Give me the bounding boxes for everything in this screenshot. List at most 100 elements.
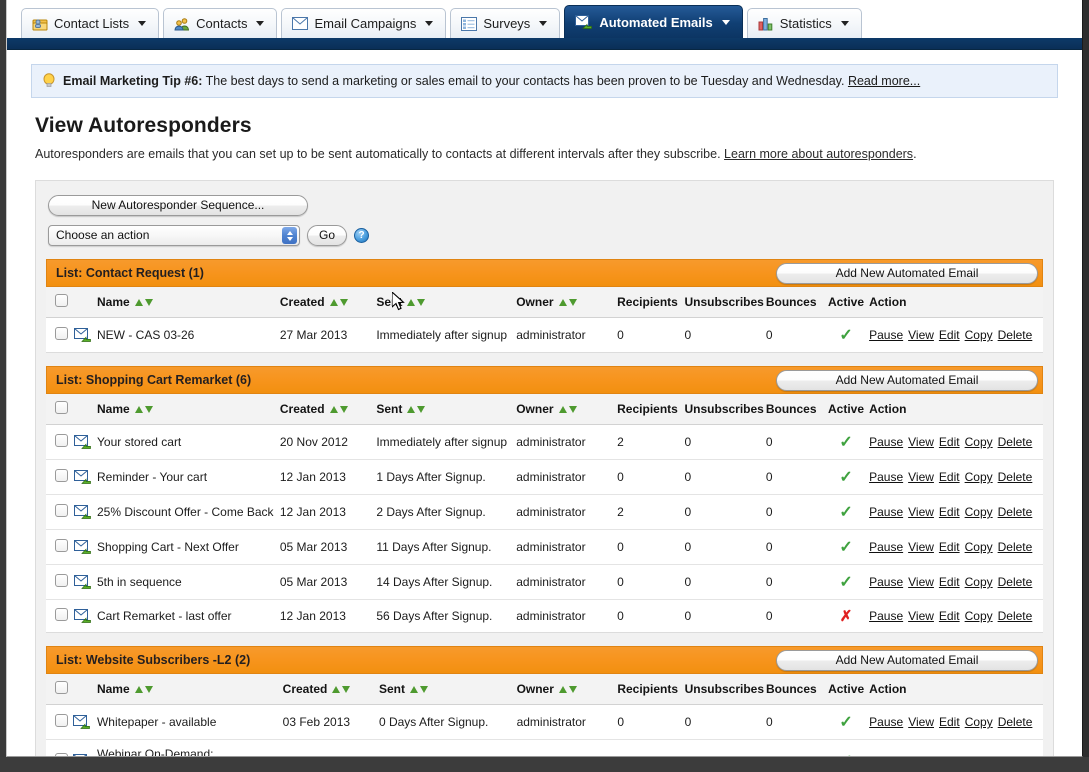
choose-action-select[interactable]: Choose an action <box>48 225 300 246</box>
sort-arrows[interactable] <box>134 682 154 696</box>
sort-asc-icon[interactable] <box>135 406 143 413</box>
row-action-pause[interactable]: Pause <box>869 435 903 449</box>
tab-automated-emails[interactable]: Automated Emails <box>564 5 742 38</box>
chevron-down-icon[interactable] <box>722 20 730 25</box>
sort-asc-icon[interactable] <box>559 686 567 693</box>
name-header[interactable]: Name <box>97 394 280 425</box>
sort-arrows[interactable] <box>558 295 578 309</box>
sort-asc-icon[interactable] <box>135 299 143 306</box>
add-new-automated-email-button[interactable]: Add New Automated Email <box>776 370 1038 391</box>
tab-statistics[interactable]: Statistics <box>747 8 862 38</box>
row-action-copy[interactable]: Copy <box>965 470 993 484</box>
row-action-view[interactable]: View <box>908 715 934 729</box>
sort-desc-icon[interactable] <box>417 406 425 413</box>
row-action-edit[interactable]: Edit <box>939 715 960 729</box>
sort-desc-icon[interactable] <box>340 406 348 413</box>
row-action-edit[interactable]: Edit <box>939 575 960 589</box>
row-action-copy[interactable]: Copy <box>965 540 993 554</box>
name-header[interactable]: Name <box>97 287 280 318</box>
add-new-automated-email-button[interactable]: Add New Automated Email <box>776 263 1038 284</box>
row-action-pause[interactable]: Pause <box>869 505 903 519</box>
sort-desc-icon[interactable] <box>145 406 153 413</box>
sort-asc-icon[interactable] <box>135 686 143 693</box>
sort-desc-icon[interactable] <box>417 299 425 306</box>
row-action-view[interactable]: View <box>908 328 934 342</box>
owner-header[interactable]: Owner <box>517 674 618 705</box>
name-header[interactable]: Name <box>97 674 283 705</box>
help-icon[interactable]: ? <box>354 228 369 243</box>
row-action-delete[interactable]: Delete <box>998 505 1033 519</box>
sent-header[interactable]: Sent <box>376 287 516 318</box>
sort-arrows[interactable] <box>406 402 426 416</box>
row-action-copy[interactable]: Copy <box>965 715 993 729</box>
row-action-copy[interactable]: Copy <box>965 505 993 519</box>
row-action-copy[interactable]: Copy <box>965 328 993 342</box>
sent-header[interactable]: Sent <box>376 394 516 425</box>
sort-arrows[interactable] <box>329 402 349 416</box>
sort-arrows[interactable] <box>331 682 351 696</box>
row-action-view[interactable]: View <box>908 470 934 484</box>
sort-asc-icon[interactable] <box>407 299 415 306</box>
row-action-delete[interactable]: Delete <box>998 435 1033 449</box>
row-checkbox[interactable] <box>55 469 68 482</box>
chevron-down-icon[interactable] <box>425 21 433 26</box>
chevron-down-icon[interactable] <box>539 21 547 26</box>
select-all-checkbox[interactable] <box>55 401 68 414</box>
row-action-delete[interactable]: Delete <box>998 540 1033 554</box>
select-all-checkbox[interactable] <box>55 681 68 694</box>
sort-desc-icon[interactable] <box>569 299 577 306</box>
row-checkbox[interactable] <box>55 608 68 621</box>
row-action-delete[interactable]: Delete <box>998 609 1033 623</box>
chevron-down-icon[interactable] <box>841 21 849 26</box>
sort-desc-icon[interactable] <box>569 686 577 693</box>
row-checkbox[interactable] <box>55 714 68 727</box>
tab-contact-lists[interactable]: Contact Lists <box>21 8 159 38</box>
row-action-view[interactable]: View <box>908 435 934 449</box>
created-header[interactable]: Created <box>280 287 376 318</box>
sort-arrows[interactable] <box>134 295 154 309</box>
sort-asc-icon[interactable] <box>559 406 567 413</box>
select-stepper-icon[interactable] <box>282 227 297 244</box>
sort-asc-icon[interactable] <box>410 686 418 693</box>
sort-arrows[interactable] <box>558 682 578 696</box>
row-action-edit[interactable]: Edit <box>939 505 960 519</box>
sort-arrows[interactable] <box>409 682 429 696</box>
row-action-copy[interactable]: Copy <box>965 575 993 589</box>
row-action-view[interactable]: View <box>908 609 934 623</box>
sort-desc-icon[interactable] <box>420 686 428 693</box>
sort-desc-icon[interactable] <box>342 686 350 693</box>
select-all-checkbox[interactable] <box>55 294 68 307</box>
row-action-delete[interactable]: Delete <box>998 470 1033 484</box>
row-checkbox[interactable] <box>55 539 68 552</box>
chevron-down-icon[interactable] <box>256 21 264 26</box>
sort-desc-icon[interactable] <box>340 299 348 306</box>
sort-desc-icon[interactable] <box>145 686 153 693</box>
sort-asc-icon[interactable] <box>330 299 338 306</box>
sort-asc-icon[interactable] <box>559 299 567 306</box>
row-action-edit[interactable]: Edit <box>939 328 960 342</box>
row-action-edit[interactable]: Edit <box>939 470 960 484</box>
row-action-pause[interactable]: Pause <box>869 575 903 589</box>
chevron-down-icon[interactable] <box>138 21 146 26</box>
row-action-delete[interactable]: Delete <box>998 575 1033 589</box>
row-action-delete[interactable]: Delete <box>998 328 1033 342</box>
tip-read-more-link[interactable]: Read more... <box>848 74 920 88</box>
go-button[interactable]: Go <box>307 225 347 246</box>
sort-arrows[interactable] <box>134 402 154 416</box>
sent-header[interactable]: Sent <box>379 674 517 705</box>
sort-arrows[interactable] <box>329 295 349 309</box>
row-action-pause[interactable]: Pause <box>869 328 903 342</box>
tab-email-campaigns[interactable]: Email Campaigns <box>281 8 446 38</box>
tab-surveys[interactable]: Surveys <box>450 8 560 38</box>
row-action-edit[interactable]: Edit <box>939 435 960 449</box>
row-checkbox[interactable] <box>55 504 68 517</box>
row-action-delete[interactable]: Delete <box>998 715 1033 729</box>
learn-more-link[interactable]: Learn more about autoresponders <box>724 147 913 161</box>
owner-header[interactable]: Owner <box>516 394 617 425</box>
sort-asc-icon[interactable] <box>330 406 338 413</box>
row-action-edit[interactable]: Edit <box>939 540 960 554</box>
owner-header[interactable]: Owner <box>516 287 617 318</box>
row-action-pause[interactable]: Pause <box>869 715 903 729</box>
row-action-copy[interactable]: Copy <box>965 609 993 623</box>
sort-desc-icon[interactable] <box>569 406 577 413</box>
